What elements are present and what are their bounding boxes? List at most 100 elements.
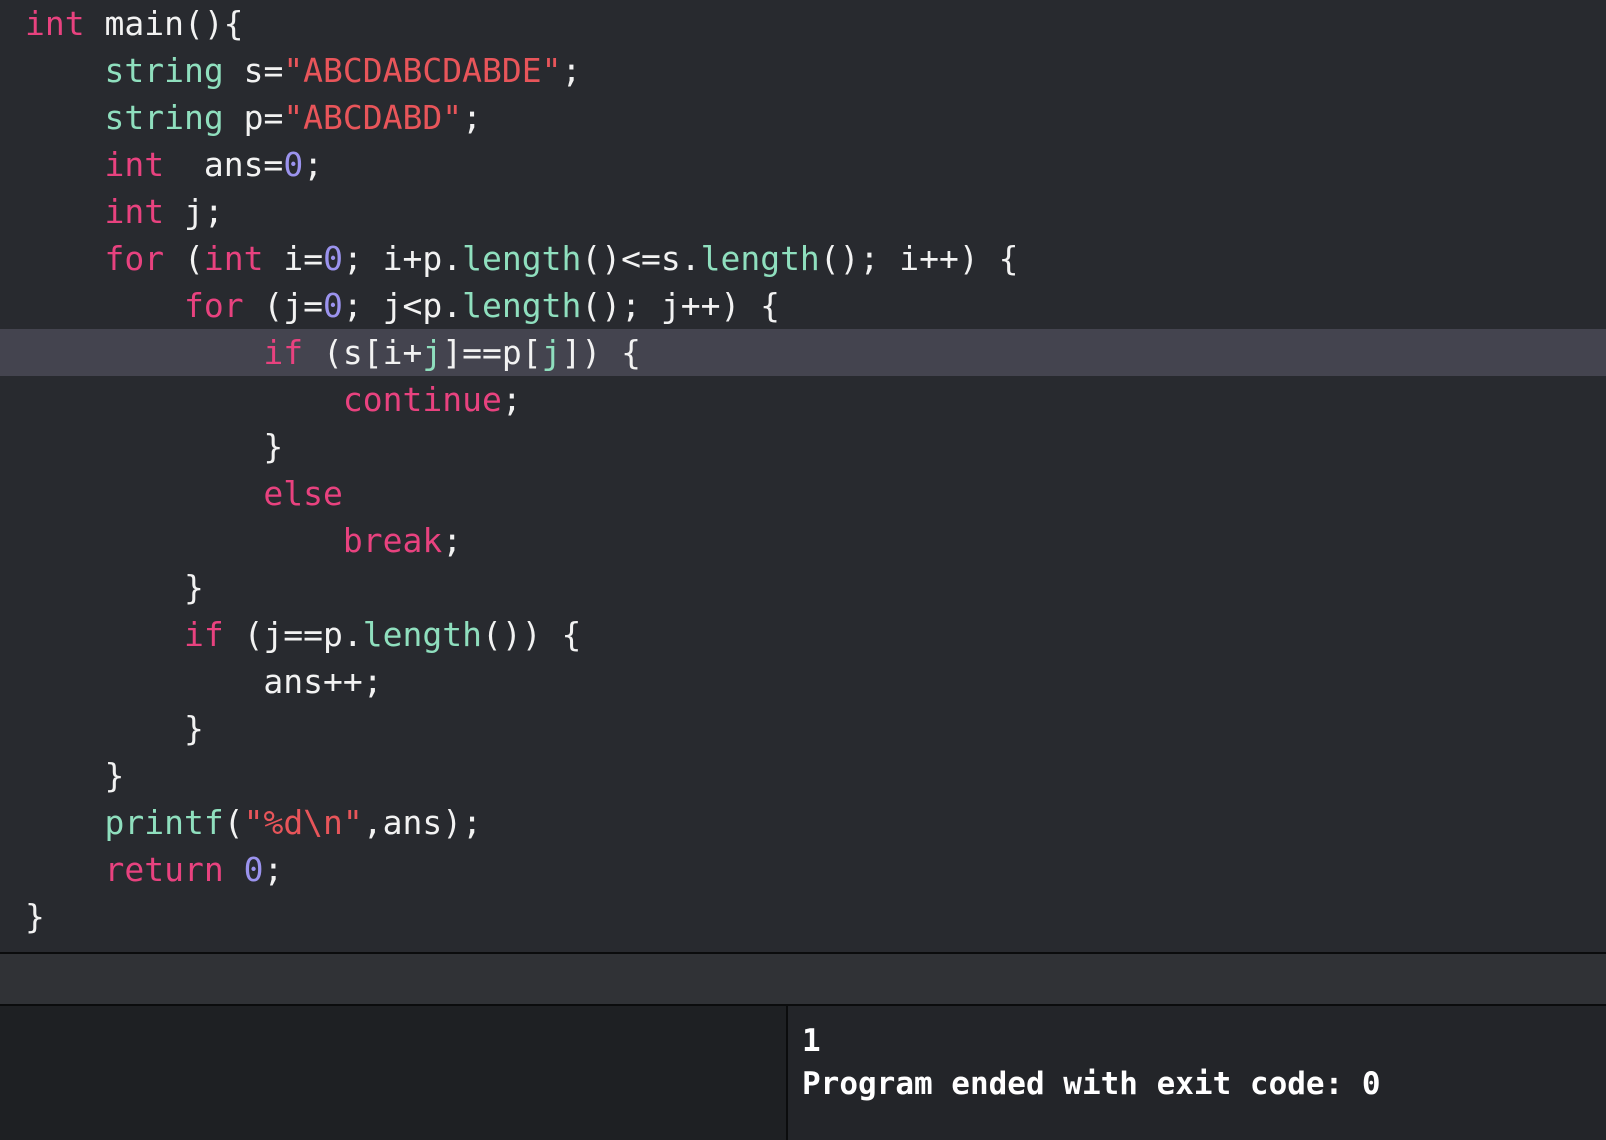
- code-token-kw: if: [183, 615, 224, 654]
- code-token-plain: ;: [263, 850, 284, 889]
- code-token-plain: i=: [263, 239, 324, 278]
- code-line[interactable]: int ans=0;: [0, 141, 1606, 188]
- code-token-plain: (s[i+: [303, 333, 423, 372]
- code-token-kw: break: [342, 521, 443, 560]
- code-line[interactable]: ans++;: [0, 658, 1606, 705]
- code-line[interactable]: else: [0, 470, 1606, 517]
- code-token-plain: }: [25, 427, 284, 466]
- code-token-plain: ]==p[: [442, 333, 542, 372]
- code-token-type: j: [541, 333, 562, 372]
- code-line[interactable]: break;: [0, 517, 1606, 564]
- code-line[interactable]: }: [0, 752, 1606, 799]
- code-token-str: "ABCDABCDABDE": [283, 51, 562, 90]
- code-token-plain: ;: [501, 380, 522, 419]
- code-token-num: 0: [323, 239, 343, 278]
- code-line[interactable]: }: [0, 705, 1606, 752]
- code-token-str: "%d\n": [243, 803, 363, 842]
- code-editor[interactable]: int main(){ string s="ABCDABCDABDE"; str…: [0, 0, 1606, 952]
- code-token-plain: ;: [561, 51, 582, 90]
- code-token-plain: ans=: [164, 145, 284, 184]
- code-token-plain: main(){: [84, 4, 244, 43]
- code-token-plain: ]) {: [561, 333, 641, 372]
- code-token-plain: }: [25, 568, 204, 607]
- code-token-kw: if: [263, 333, 304, 372]
- code-token-str: "ABCDABD": [283, 98, 463, 137]
- code-token-num: 0: [243, 850, 264, 889]
- code-token-plain: (); j++) {: [581, 286, 781, 325]
- code-token-type: string: [104, 98, 224, 137]
- code-token-plain: ; j<p.: [342, 286, 463, 325]
- code-token-kw: continue: [342, 380, 502, 419]
- code-line[interactable]: }: [0, 423, 1606, 470]
- code-token-num: 0: [323, 286, 343, 325]
- output-lines-container: 1 Program ended with exit code: 0: [802, 1020, 1606, 1106]
- debug-variables-pane[interactable]: [0, 1006, 788, 1140]
- output-line: Program ended with exit code: 0: [802, 1066, 1381, 1102]
- code-token-plain: j;: [164, 192, 224, 231]
- code-token-type: string: [104, 51, 224, 90]
- code-line[interactable]: if (s[i+j]==p[j]) {: [0, 329, 1606, 376]
- code-token-type: j: [422, 333, 443, 372]
- code-token-fn: length: [700, 239, 820, 278]
- code-token-plain: ; i+p.: [342, 239, 463, 278]
- debug-toolbar[interactable]: [0, 952, 1606, 1006]
- code-token-plain: ()<=s.: [581, 239, 701, 278]
- code-token-fn: length: [362, 615, 482, 654]
- code-line[interactable]: for (j=0; j<p.length(); j++) {: [0, 282, 1606, 329]
- editor-window: int main(){ string s="ABCDABCDABDE"; str…: [0, 0, 1606, 1140]
- code-line[interactable]: }: [0, 893, 1606, 940]
- code-token-kw: int: [25, 4, 85, 43]
- code-token-kw: int: [104, 145, 165, 184]
- code-token-kw: int: [104, 192, 165, 231]
- program-output-pane[interactable]: 1 Program ended with exit code: 0: [788, 1006, 1606, 1140]
- code-token-plain: (: [223, 803, 244, 842]
- code-token-plain: }: [25, 756, 125, 795]
- code-line[interactable]: return 0;: [0, 846, 1606, 893]
- code-line[interactable]: }: [0, 564, 1606, 611]
- code-line[interactable]: int j;: [0, 188, 1606, 235]
- output-line: 1: [802, 1023, 821, 1059]
- code-line[interactable]: continue;: [0, 376, 1606, 423]
- code-token-kw: for: [183, 286, 244, 325]
- code-token-plain: ;: [462, 98, 482, 137]
- code-line[interactable]: printf("%d\n",ans);: [0, 799, 1606, 846]
- code-line[interactable]: string s="ABCDABCDABDE";: [0, 47, 1606, 94]
- code-token-num: 0: [283, 145, 304, 184]
- code-token-plain: (j=: [243, 286, 324, 325]
- code-token-plain: (); i++) {: [819, 239, 1019, 278]
- code-token-plain: }: [25, 897, 45, 936]
- code-token-fn: printf: [104, 803, 224, 842]
- code-line[interactable]: string p="ABCDABD";: [0, 94, 1606, 141]
- code-token-kw: return: [104, 850, 224, 889]
- code-token-plain: ;: [442, 521, 463, 560]
- code-token-kw: for: [104, 239, 165, 278]
- console-area: 1 Program ended with exit code: 0: [0, 1006, 1606, 1140]
- code-token-plain: ;: [303, 145, 324, 184]
- code-token-plain: (j==p.: [223, 615, 363, 654]
- code-line[interactable]: int main(){: [0, 0, 1606, 47]
- code-token-plain: p=: [223, 98, 284, 137]
- code-token-plain: }: [25, 709, 204, 748]
- code-token-fn: length: [462, 239, 582, 278]
- code-token-kw: int: [203, 239, 264, 278]
- code-line[interactable]: for (int i=0; i+p.length()<=s.length(); …: [0, 235, 1606, 282]
- code-line[interactable]: if (j==p.length()) {: [0, 611, 1606, 658]
- code-token-plain: ,ans);: [362, 803, 483, 842]
- code-token-plain: s=: [223, 51, 284, 90]
- code-lines-container[interactable]: int main(){ string s="ABCDABCDABDE"; str…: [0, 0, 1606, 940]
- code-token-fn: length: [462, 286, 582, 325]
- code-token-plain: ()) {: [482, 615, 582, 654]
